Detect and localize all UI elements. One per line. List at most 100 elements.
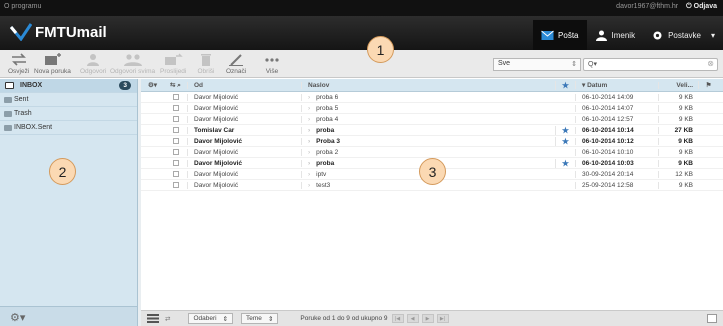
message-from: Davor Mijolović bbox=[187, 148, 301, 156]
nav-mail[interactable]: Pošta bbox=[533, 20, 587, 50]
table-row[interactable]: Tomislav Car › proba ★ 06-10-2014 10:14 27 KB bbox=[141, 125, 723, 136]
folder-settings-gear-icon[interactable]: ⚙▾ bbox=[10, 311, 25, 324]
thread-attachment-icons[interactable]: ⇆ ⌕ bbox=[164, 81, 187, 90]
search-input[interactable]: Q▾ ⊗ bbox=[583, 58, 718, 71]
checkbox-icon[interactable] bbox=[172, 116, 179, 122]
delete-button[interactable]: Obriši bbox=[196, 53, 216, 75]
select-arrows-icon: ⇕ bbox=[222, 315, 229, 323]
bullet-icon: › bbox=[308, 181, 311, 189]
app-logo: FMTUmail bbox=[10, 23, 107, 41]
message-subject-text: proba bbox=[316, 126, 335, 134]
logout-link[interactable]: ⏻ Odjava bbox=[686, 3, 717, 11]
checkbox-icon[interactable] bbox=[172, 149, 179, 155]
search-menu-icon[interactable]: Q▾ bbox=[588, 61, 597, 68]
table-row[interactable]: Davor Mijolović › proba 2 06-10-2014 10:10 9… bbox=[141, 147, 723, 158]
prev-page-icon[interactable]: ◀ bbox=[406, 314, 419, 323]
message-subject: › proba 6 bbox=[301, 93, 555, 101]
row-checkbox[interactable] bbox=[164, 127, 187, 133]
nav-settings-dropdown-icon: ▾ bbox=[710, 30, 715, 40]
preview-toggle-icon[interactable] bbox=[707, 314, 717, 323]
last-page-icon[interactable]: ▶| bbox=[436, 314, 449, 323]
row-checkbox[interactable] bbox=[164, 116, 187, 122]
table-row[interactable]: Davor Mijolović › proba 6 06-10-2014 14:09 9… bbox=[141, 92, 723, 103]
row-checkbox[interactable] bbox=[164, 149, 187, 155]
message-date: 06-10-2014 10:14 bbox=[575, 126, 658, 134]
sidebar-footer: ⚙▾ bbox=[0, 306, 137, 326]
bullet-icon: › bbox=[308, 93, 311, 101]
column-size[interactable]: Veli... bbox=[658, 81, 698, 89]
threads-toggle-icon[interactable]: ⇄ bbox=[165, 315, 170, 323]
reply-button[interactable]: Odgovori bbox=[80, 53, 106, 75]
reply-icon bbox=[87, 54, 100, 66]
message-date: 06-10-2014 12:57 bbox=[575, 115, 658, 123]
folder-sent[interactable]: Sent bbox=[0, 93, 137, 107]
folder-inbox-sent[interactable]: INBOX.Sent bbox=[0, 121, 137, 135]
table-row[interactable]: Davor Mijolović › proba 5 06-10-2014 14:07 9… bbox=[141, 103, 723, 114]
row-checkbox[interactable] bbox=[164, 160, 187, 166]
more-button[interactable]: Više bbox=[262, 53, 282, 75]
message-count-status: Poruke od 1 do 9 od ukupno 9 bbox=[300, 315, 388, 322]
column-star-icon[interactable]: ★ bbox=[555, 80, 575, 90]
table-row[interactable]: Davor Mijolović › Proba 3 ★ 06-10-2014 10:12… bbox=[141, 136, 723, 147]
filter-select[interactable]: Sve ⇕ bbox=[493, 58, 581, 71]
select-arrows-icon: ⇕ bbox=[267, 315, 274, 323]
checkbox-icon[interactable] bbox=[172, 105, 179, 111]
reply-all-button[interactable]: Odgovori svima bbox=[110, 53, 155, 75]
folder-sent-label: Sent bbox=[14, 96, 29, 103]
message-date: 30-09-2014 20:14 bbox=[575, 170, 658, 178]
message-subject-text: test3 bbox=[316, 181, 331, 189]
forward-button[interactable]: Proslijedi bbox=[160, 53, 186, 75]
nav-contacts[interactable]: Imenik bbox=[587, 20, 644, 50]
checkbox-icon[interactable] bbox=[172, 171, 179, 177]
first-page-icon[interactable]: |◀ bbox=[391, 314, 404, 323]
row-checkbox[interactable] bbox=[164, 171, 187, 177]
folder-trash[interactable]: Trash bbox=[0, 107, 137, 121]
message-size: 9 KB bbox=[658, 159, 698, 167]
pager: |◀ ◀ ▶ ▶| bbox=[391, 314, 449, 323]
row-checkbox[interactable] bbox=[164, 138, 187, 144]
compose-button[interactable]: Nova poruka bbox=[34, 53, 71, 75]
bullet-icon: › bbox=[308, 137, 311, 145]
row-checkbox[interactable] bbox=[164, 94, 187, 100]
checkbox-icon[interactable] bbox=[172, 182, 179, 188]
list-options-gear-icon[interactable]: ⚙▾ bbox=[141, 81, 164, 89]
more-icon bbox=[265, 58, 279, 62]
threads-dropdown[interactable]: Teme ⇕ bbox=[241, 313, 279, 324]
column-from[interactable]: Od bbox=[187, 81, 301, 89]
mail-icon bbox=[541, 30, 554, 40]
select-dropdown[interactable]: Odaberi ⇕ bbox=[188, 313, 234, 324]
star-icon[interactable]: ★ bbox=[555, 125, 575, 135]
mark-button[interactable]: Označi bbox=[226, 53, 246, 75]
column-flag-icon[interactable]: ⚑ bbox=[698, 81, 718, 89]
table-row[interactable]: Davor Mijolović › proba 4 06-10-2014 12:57 9… bbox=[141, 114, 723, 125]
star-icon[interactable]: ★ bbox=[555, 158, 575, 168]
compose-icon bbox=[45, 53, 62, 65]
select-dropdown-label: Odaberi bbox=[193, 315, 217, 322]
reply-all-label: Odgovori svima bbox=[110, 68, 156, 75]
reply-label: Odgovori bbox=[80, 68, 107, 75]
reply-all-icon bbox=[123, 54, 142, 66]
nav-settings[interactable]: Postavke ▾ bbox=[643, 20, 723, 50]
row-checkbox[interactable] bbox=[164, 105, 187, 111]
checkbox-icon[interactable] bbox=[172, 127, 179, 133]
message-subject: › proba 5 bbox=[301, 104, 555, 112]
refresh-button[interactable]: Osvježi bbox=[8, 53, 29, 75]
about-link[interactable]: O programu bbox=[4, 3, 41, 10]
star-icon[interactable]: ★ bbox=[555, 136, 575, 146]
unread-count-badge: 3 bbox=[119, 81, 131, 90]
list-view-icon[interactable] bbox=[147, 314, 159, 323]
column-date[interactable]: ▾ Datum bbox=[575, 81, 658, 89]
checkbox-icon[interactable] bbox=[172, 138, 179, 144]
column-subject[interactable]: Naslov bbox=[301, 81, 555, 89]
checkbox-icon[interactable] bbox=[172, 160, 179, 166]
message-size: 9 KB bbox=[658, 137, 698, 145]
search-clear-icon[interactable]: ⊗ bbox=[707, 59, 714, 68]
checkbox-icon[interactable] bbox=[172, 94, 179, 100]
message-subject: › proba 2 bbox=[301, 148, 555, 156]
folder-inbox[interactable]: INBOX 3 bbox=[0, 79, 137, 93]
logo-text: FMTUmail bbox=[35, 23, 107, 41]
next-page-icon[interactable]: ▶ bbox=[421, 314, 434, 323]
message-subject-text: proba bbox=[316, 159, 335, 167]
row-checkbox[interactable] bbox=[164, 182, 187, 188]
message-size: 9 KB bbox=[658, 148, 698, 156]
